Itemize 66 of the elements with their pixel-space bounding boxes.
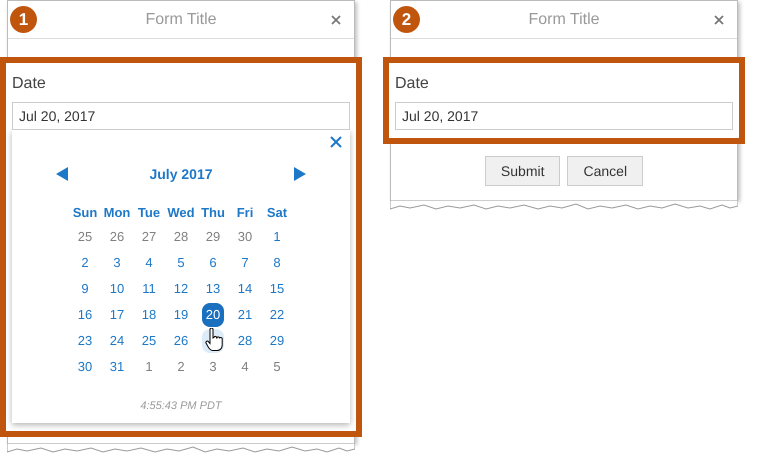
calendar-day[interactable]: 20: [202, 303, 224, 327]
close-icon[interactable]: [330, 136, 342, 148]
weekday-header: Tue: [136, 204, 162, 222]
calendar-day[interactable]: 26: [106, 225, 128, 249]
calendar-day[interactable]: 16: [74, 303, 96, 327]
form-title: Form Title: [145, 10, 217, 30]
weekday-header: Fri: [236, 204, 254, 222]
weekday-header: Sat: [266, 204, 288, 222]
calendar-day[interactable]: 31: [106, 355, 128, 379]
date-field[interactable]: Jul 20, 2017: [12, 102, 350, 130]
calendar-day[interactable]: 19: [170, 303, 192, 327]
calendar-day[interactable]: 1: [138, 355, 160, 379]
next-month-arrow-icon[interactable]: [294, 167, 306, 181]
hand-cursor-icon: [205, 328, 223, 352]
calendar-day[interactable]: 10: [106, 277, 128, 301]
calendar-day[interactable]: 3: [106, 251, 128, 275]
field-label: Date: [395, 74, 429, 94]
calendar-day[interactable]: 30: [234, 225, 256, 249]
field-label: Date: [12, 74, 46, 94]
calendar-day[interactable]: 7: [234, 251, 256, 275]
calendar-day[interactable]: 26: [170, 329, 192, 353]
calendar-day[interactable]: 18: [138, 303, 160, 327]
calendar-day[interactable]: 12: [170, 277, 192, 301]
date-field[interactable]: Jul 20, 2017: [395, 102, 733, 130]
calendar-day[interactable]: 29: [202, 225, 224, 249]
form-title: Form Title: [528, 10, 600, 30]
calendar-day[interactable]: 28: [170, 225, 192, 249]
calendar-day[interactable]: 4: [234, 355, 256, 379]
form-button[interactable]: Cancel: [567, 156, 644, 186]
calendar-day[interactable]: 30: [74, 355, 96, 379]
calendar-day[interactable]: 2: [170, 355, 192, 379]
month-title: July 2017: [149, 164, 213, 184]
calendar-day[interactable]: 25: [74, 225, 96, 249]
calendar-day[interactable]: 8: [266, 251, 288, 275]
calendar-day[interactable]: 24: [106, 329, 128, 353]
calendar-day[interactable]: 5: [170, 251, 192, 275]
calendar-day[interactable]: 28: [234, 329, 256, 353]
weekday-header: Mon: [102, 204, 132, 222]
calendar-day[interactable]: 22: [266, 303, 288, 327]
close-icon[interactable]: [331, 14, 341, 24]
calendar-day[interactable]: 11: [138, 277, 160, 301]
calendar-day[interactable]: 15: [266, 277, 288, 301]
calendar-day[interactable]: 9: [74, 277, 96, 301]
calendar-day[interactable]: 25: [138, 329, 160, 353]
calendar-day[interactable]: 23: [74, 329, 96, 353]
time-label: 4:55:43 PM PDT: [140, 399, 222, 414]
calendar-day[interactable]: 2: [74, 251, 96, 275]
calendar-day[interactable]: 4: [138, 251, 160, 275]
weekday-header: Sun: [72, 204, 98, 222]
previous-month-arrow-icon[interactable]: [56, 167, 68, 181]
calendar-day[interactable]: 1: [266, 225, 288, 249]
step-badge: 2: [393, 6, 420, 33]
weekday-header: Wed: [166, 204, 196, 222]
calendar-day[interactable]: 21: [234, 303, 256, 327]
form-button[interactable]: Submit: [484, 156, 560, 186]
calendar-day[interactable]: 13: [202, 277, 224, 301]
calendar-day[interactable]: 29: [266, 329, 288, 353]
close-icon[interactable]: [714, 14, 724, 24]
weekday-header: Thu: [200, 204, 226, 222]
calendar-day[interactable]: 14: [234, 277, 256, 301]
step-badge: 1: [10, 6, 37, 33]
calendar-day[interactable]: 6: [202, 251, 224, 275]
calendar-day[interactable]: 17: [106, 303, 128, 327]
calendar-day[interactable]: 3: [202, 355, 224, 379]
calendar-day[interactable]: 27: [138, 225, 160, 249]
calendar-day[interactable]: 5: [266, 355, 288, 379]
